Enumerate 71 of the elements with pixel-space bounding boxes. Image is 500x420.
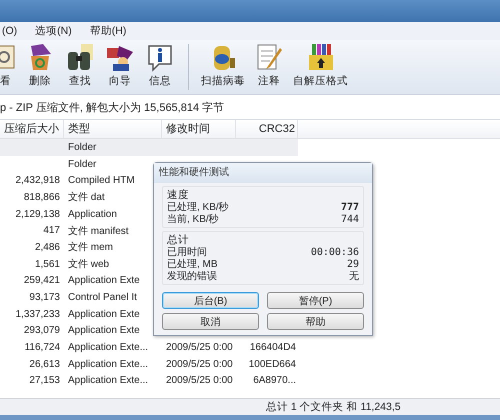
toolbar-button[interactable]: 向导 — [100, 40, 140, 88]
stat-value: 00:00:36 — [310, 247, 359, 259]
table-cell: Application — [68, 208, 117, 220]
stat-value: 29 — [346, 259, 359, 271]
table-cell: Application Exte — [68, 275, 140, 286]
table-cell: 2009/5/25 0:00 — [166, 342, 233, 354]
status-text: 总计 1 个文件夹 和 11,243,5 — [266, 400, 401, 414]
dialog-button[interactable]: 暂停(P) — [267, 292, 364, 309]
menu-item[interactable]: 帮助(H) — [88, 24, 128, 38]
binoculars-icon — [65, 42, 95, 72]
table-cell: 文件 web — [68, 259, 110, 270]
stat-label: 已处理, KB/秒 — [167, 202, 229, 214]
table-cell: Folder — [68, 142, 96, 153]
toolbar-button[interactable]: 看 — [0, 40, 20, 88]
table-cell: Application Exte — [68, 325, 140, 336]
toolbar-button[interactable]: 删除 — [20, 40, 60, 88]
toolbar-button[interactable]: 自解压格式 — [289, 40, 352, 88]
column-header[interactable]: 压缩后大小 — [0, 120, 64, 138]
column-header[interactable]: 修改时间 — [162, 120, 236, 138]
table-row[interactable]: 27,153 Application Exte... 2009/5/25 0:00 6A8970... — [0, 372, 298, 390]
table-cell: 6A8970... — [253, 375, 296, 386]
dialog-button[interactable]: 取消 — [162, 313, 259, 330]
table-cell: 26,613 — [29, 358, 60, 370]
table-cell: 166404D4 — [250, 342, 296, 354]
stat-value: 777 — [340, 202, 359, 214]
table-cell: 2009/5/25 0:00 — [166, 358, 233, 370]
stat-value: 无 — [349, 271, 359, 283]
table-cell: 1,337,233 — [16, 308, 60, 320]
table-cell: Control Panel It — [68, 292, 137, 304]
table-cell: Compiled HTM — [68, 175, 135, 186]
menu-item[interactable]: 选项(N) — [33, 24, 74, 38]
table-cell: 818,866 — [24, 192, 60, 203]
table-cell: 93,173 — [29, 292, 60, 304]
toolbar-button[interactable]: 扫描病毒 — [197, 40, 249, 88]
toolbar-button[interactable]: 查找 — [60, 40, 100, 88]
table-cell: 2,486 — [34, 242, 60, 253]
table-cell: 116,724 — [24, 342, 60, 354]
stat-label: 已处理, MB — [167, 259, 218, 271]
table-cell: 2,432,918 — [16, 175, 60, 186]
table-cell: 2,129,138 — [16, 208, 60, 220]
table-cell: Application Exte... — [68, 342, 148, 354]
dialog-title: 性能和硬件测试 — [154, 163, 372, 183]
group-title: 总计 — [167, 233, 190, 246]
table-cell: 文件 manifest — [68, 226, 129, 237]
toolbar-button[interactable]: 信息 — [140, 40, 180, 88]
table-cell: 27,153 — [29, 375, 60, 386]
group-title: 速度 — [167, 188, 190, 202]
table-cell: 417 — [43, 225, 60, 236]
table-cell: 文件 dat — [68, 192, 105, 204]
table-cell: 259,421 — [24, 275, 60, 286]
menu-item[interactable]: (O) — [0, 25, 20, 37]
dialog-button[interactable]: 后台(B) — [162, 292, 259, 309]
table-cell: Application Exte... — [68, 375, 148, 386]
table-cell: 100ED664 — [248, 358, 296, 370]
stat-label: 当前, KB/秒 — [167, 214, 219, 226]
column-header[interactable]: CRC32 — [236, 120, 298, 138]
table-cell: Application Exte... — [68, 358, 148, 370]
table-cell: Application Exte — [68, 308, 140, 320]
table-row[interactable]: 116,724 Application Exte... 2009/5/25 0:00 166404D4 — [0, 339, 298, 356]
table-row[interactable]: Folder — [0, 139, 298, 156]
stat-value: 744 — [340, 214, 359, 226]
stat-label: 已用时间 — [167, 247, 207, 258]
column-header[interactable]: 类型 — [64, 120, 162, 138]
table-cell: 2009/5/25 0:00 — [166, 375, 233, 386]
table-row[interactable]: 26,613 Application Exte... 2009/5/25 0:00 100ED664 — [0, 356, 298, 373]
table-cell: 1,561 — [34, 258, 60, 270]
table-cell: 文件 mem — [68, 242, 113, 254]
dialog-button[interactable]: 帮助 — [267, 313, 364, 330]
toolbar-button[interactable]: 注释 — [249, 40, 289, 88]
table-cell: 293,079 — [24, 325, 60, 336]
stat-label: 发现的错误 — [167, 271, 217, 283]
